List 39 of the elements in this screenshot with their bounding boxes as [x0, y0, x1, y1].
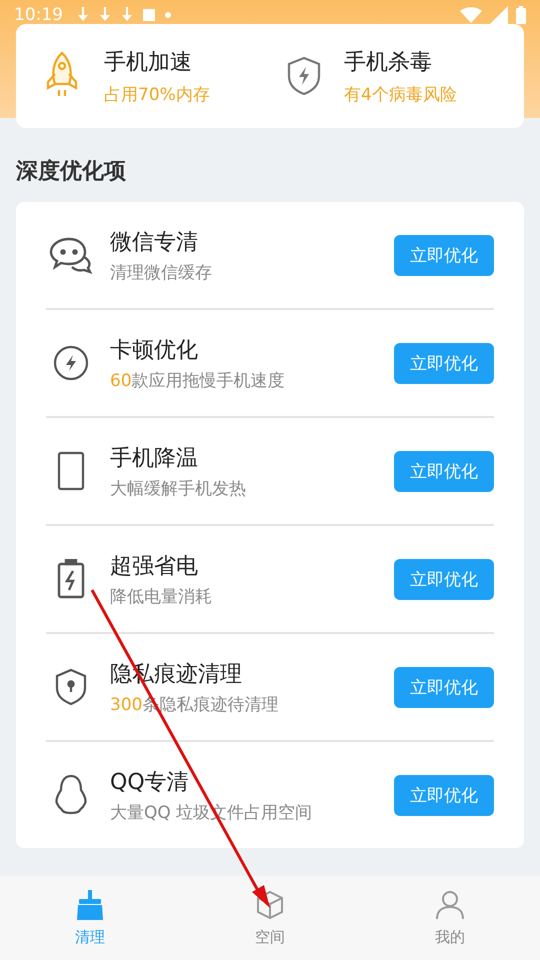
nav-tab[interactable]: 空间	[180, 876, 360, 960]
optimize-button[interactable]: 立即优化	[394, 666, 494, 708]
shield-lock-icon	[54, 668, 88, 706]
download-icon	[121, 7, 133, 23]
status-time: 10:19	[14, 5, 63, 25]
cube-icon	[255, 890, 285, 920]
feature-title[interactable]: 手机加速	[104, 46, 210, 76]
person-icon	[435, 890, 465, 920]
item-title: 超强省电	[110, 552, 199, 580]
optimize-button[interactable]: 立即优化	[394, 450, 494, 492]
item-title: 卡顿优化	[110, 336, 199, 364]
optimize-button[interactable]: 立即优化	[394, 774, 494, 816]
section-title: 深度优化项	[14, 158, 127, 186]
shield-icon	[286, 56, 322, 96]
dot-icon	[165, 12, 171, 18]
item-subtitle: 清理微信缓存	[110, 262, 213, 284]
item-title: 微信专清	[110, 228, 199, 256]
item-title: QQ专清	[110, 768, 190, 796]
penguin-icon	[53, 774, 89, 816]
item-subtitle: 降低电量消耗	[110, 586, 213, 608]
optimize-button[interactable]: 立即优化	[394, 342, 494, 384]
chat-icon	[49, 235, 93, 275]
nav-tab[interactable]: 我的	[360, 876, 540, 960]
battery-icon	[57, 559, 85, 599]
download-icon	[77, 7, 89, 23]
optimize-button[interactable]: 立即优化	[394, 558, 494, 600]
notification-icon	[143, 9, 155, 21]
item-subtitle: 60款应用拖慢手机速度	[110, 370, 286, 392]
feature-subtitle: 占用70%内存	[104, 84, 210, 106]
feature-title[interactable]: 手机杀毒	[344, 46, 457, 76]
item-title: 手机降温	[110, 444, 199, 472]
item-subtitle: 大幅缓解手机发热	[110, 478, 247, 500]
download-icon	[99, 7, 111, 23]
phone-icon	[57, 451, 85, 491]
feature-subtitle: 有4个病毒风险	[344, 84, 457, 106]
optimize-button[interactable]: 立即优化	[394, 234, 494, 276]
bolt-icon	[53, 345, 89, 381]
broom-icon	[75, 890, 105, 920]
nav-tab[interactable]: 清理	[0, 876, 180, 960]
